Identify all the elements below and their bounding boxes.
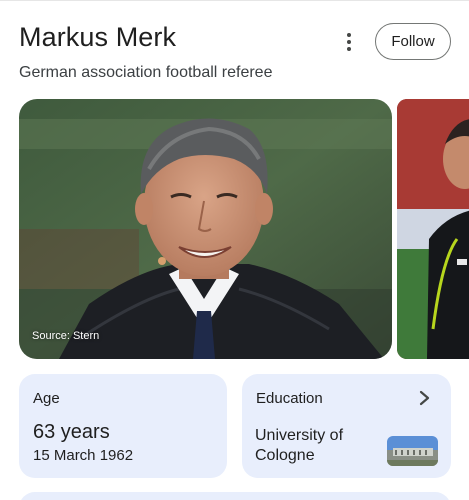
- education-card[interactable]: Education University of Cologne: [242, 374, 451, 478]
- secondary-photo[interactable]: [397, 99, 469, 359]
- more-vert-icon: [347, 33, 351, 37]
- referee-image: [397, 99, 469, 359]
- university-thumbnail: [387, 436, 438, 466]
- university-image: [387, 436, 438, 466]
- entity-title: Markus Merk: [19, 22, 177, 52]
- portrait-image: [19, 99, 392, 359]
- age-heading: Age: [33, 390, 60, 407]
- follow-button[interactable]: Follow: [375, 23, 451, 60]
- top-divider: [0, 0, 469, 1]
- age-card[interactable]: Age 63 years 15 March 1962: [19, 374, 227, 478]
- education-value: University of Cologne: [255, 427, 344, 464]
- chevron-right-icon[interactable]: [418, 390, 432, 406]
- birth-date: 15 March 1962: [33, 447, 134, 464]
- main-photo[interactable]: Source: Stern: [19, 99, 392, 359]
- image-source-label: Source: Stern: [32, 330, 100, 342]
- more-options-button[interactable]: [337, 30, 361, 54]
- image-carousel[interactable]: Source: Stern: [19, 99, 469, 359]
- entity-subtitle: German association football referee: [19, 64, 273, 81]
- next-card-peek[interactable]: [19, 492, 451, 500]
- education-heading: Education: [256, 390, 323, 407]
- age-value: 63 years: [33, 421, 110, 443]
